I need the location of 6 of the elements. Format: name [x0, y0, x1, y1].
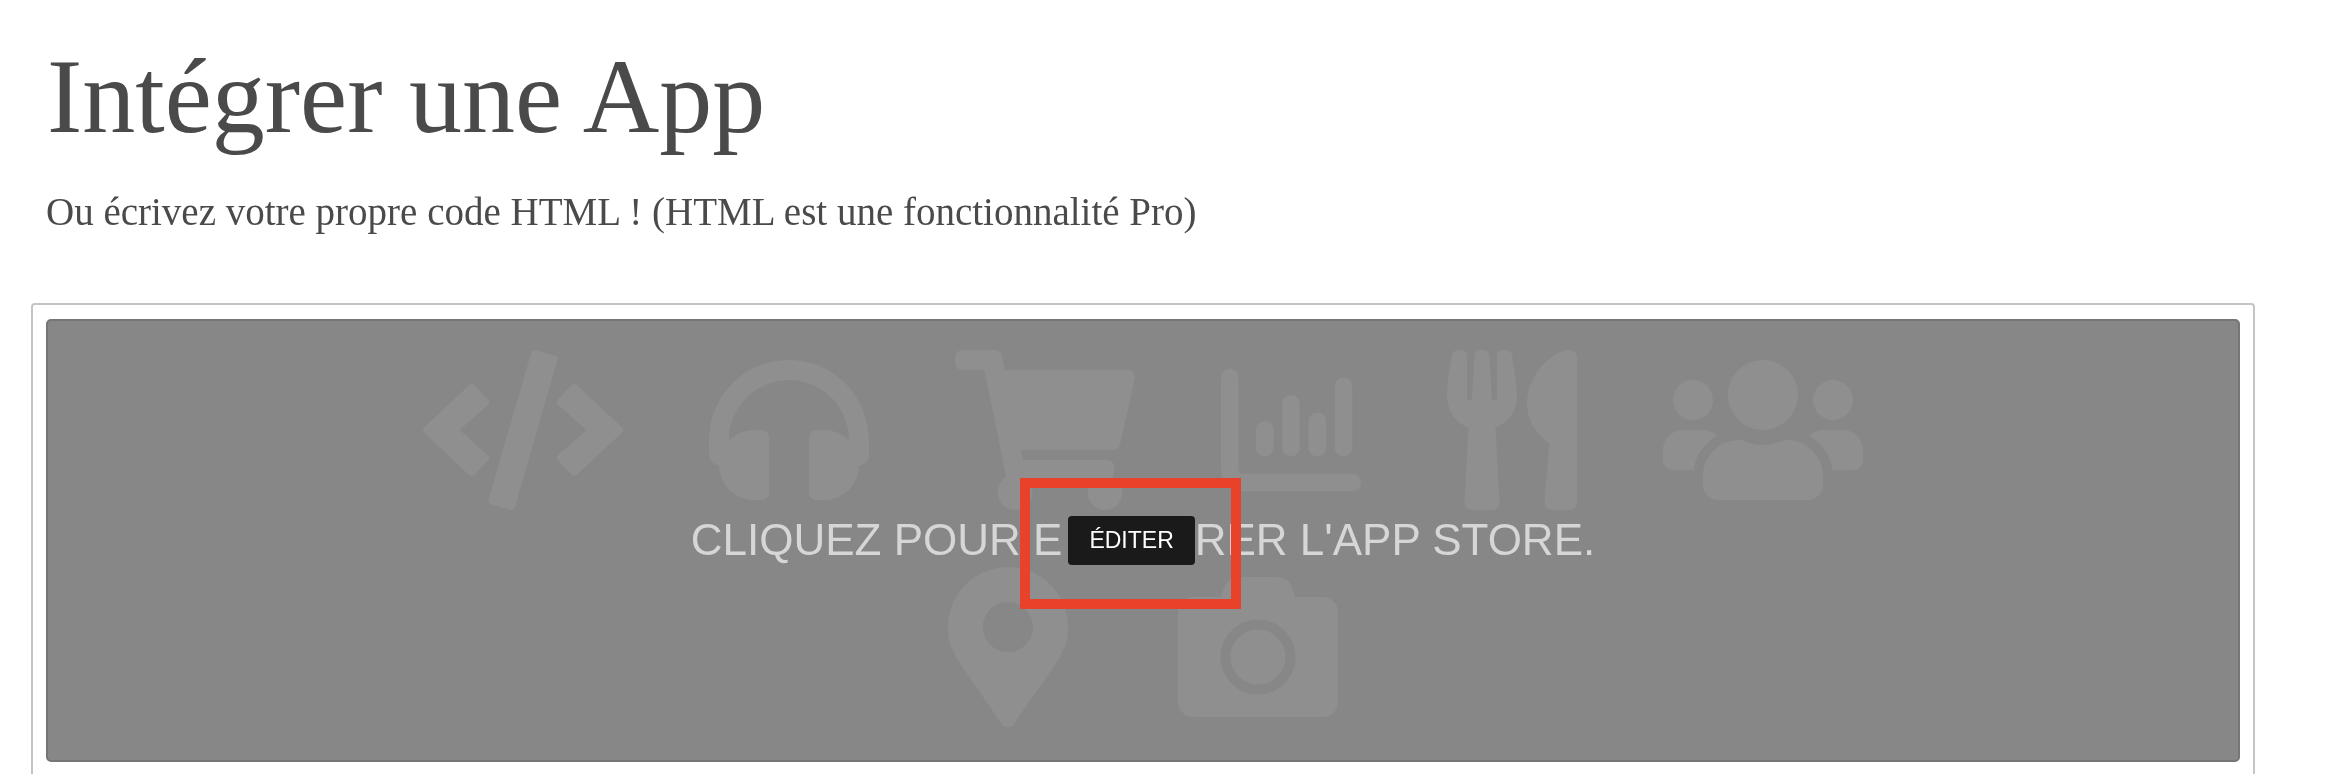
- shopping-cart-icon: [955, 350, 1135, 510]
- map-pin-icon: [948, 567, 1068, 727]
- page-title: Intégrer une App: [47, 37, 766, 157]
- edit-button[interactable]: ÉDITER: [1068, 516, 1195, 565]
- page-subtitle: Ou écrivez votre propre code HTML ! (HTML est une fonctionnalité Pro): [46, 189, 1197, 236]
- prompt-text: CLIQUEZ POUR E: [690, 518, 1063, 563]
